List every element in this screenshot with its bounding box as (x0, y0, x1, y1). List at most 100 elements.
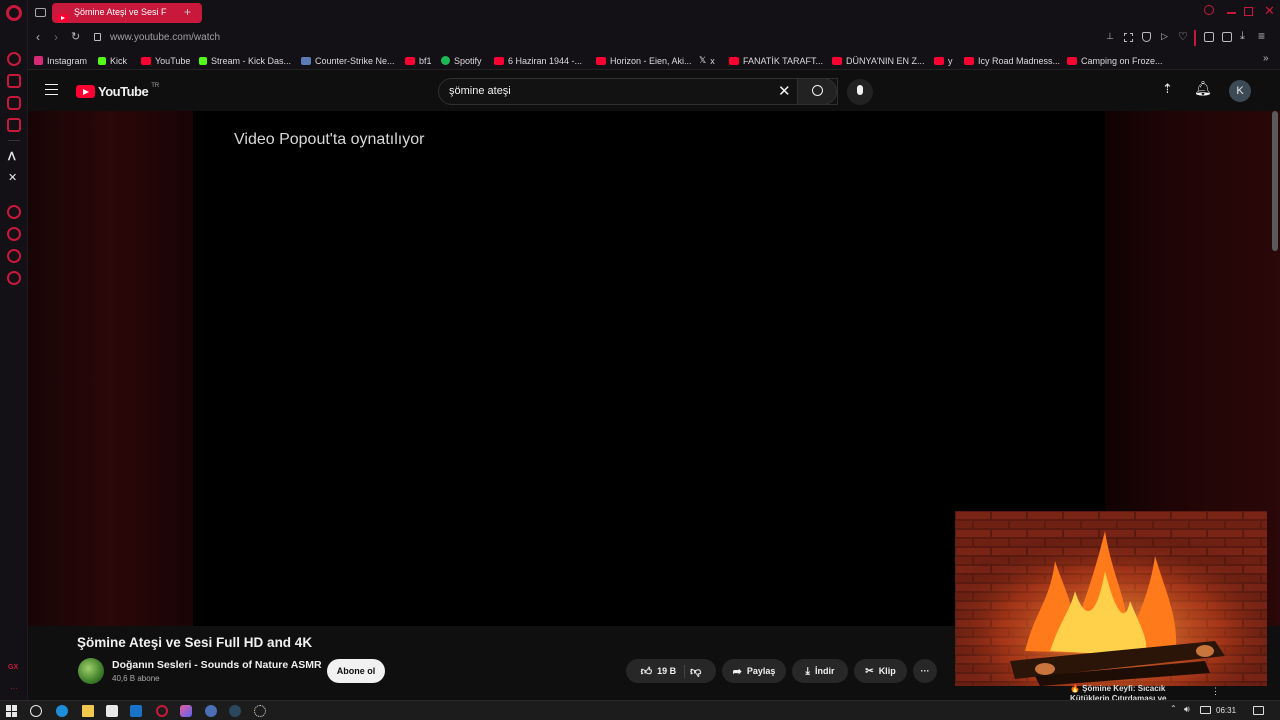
lock-icon[interactable] (94, 33, 101, 41)
dislike-button[interactable]: 👎︎ (690, 665, 701, 678)
pin-icon[interactable]: ⊥ (1106, 31, 1114, 42)
search-box[interactable]: şömine ateşi ✕ (438, 78, 838, 105)
opera-gx-taskbar-icon[interactable] (156, 705, 168, 717)
bookmark-spotify[interactable]: Spotify (441, 54, 482, 67)
voice-search-button[interactable] (847, 79, 873, 105)
thumbs-down-icon: 👎︎ (690, 665, 702, 678)
aria-icon[interactable] (7, 52, 21, 66)
upload-icon[interactable]: ⇡ (1162, 81, 1173, 97)
reload-icon[interactable]: ↻ (71, 30, 80, 43)
keyboard-icon[interactable] (1200, 706, 1211, 714)
outlook-icon[interactable] (130, 705, 142, 717)
next-video-preview[interactable]: 🔥 Şömine Keyfi: Sıcacık Kütüklerin Çıtır… (955, 684, 1267, 703)
search-button[interactable] (797, 78, 837, 105)
bookmark-instagram[interactable]: Instagram (34, 54, 87, 67)
youtube-icon (596, 56, 606, 65)
bookmark-x[interactable]: 𝕏x (699, 54, 715, 67)
maximize-icon[interactable] (1244, 7, 1253, 16)
notifications-bell-icon[interactable]: 🔔︎ (1194, 80, 1212, 97)
edge-icon[interactable] (56, 705, 68, 717)
discord-like-icon[interactable] (180, 705, 192, 717)
next-video-menu-icon[interactable]: ⋮ (1211, 686, 1220, 697)
channel-avatar[interactable] (78, 658, 104, 684)
url-field[interactable]: www.youtube.com/watch (110, 32, 220, 43)
forward-icon[interactable]: › (54, 30, 58, 44)
app-icon[interactable] (205, 705, 217, 717)
file-explorer-icon[interactable] (82, 705, 94, 717)
instagram-sidebar-icon[interactable] (7, 96, 21, 110)
player-sidebar-icon[interactable] (7, 205, 21, 219)
settings-taskbar-icon[interactable] (254, 705, 266, 717)
steam-icon[interactable] (229, 705, 241, 717)
bookmark-label: Camping on Froze... (1081, 55, 1163, 66)
shield-icon[interactable] (1142, 32, 1151, 42)
popout-player[interactable] (955, 511, 1267, 686)
bookmark-label: Stream - Kick Das... (211, 55, 292, 66)
notification-center-icon[interactable] (1253, 706, 1264, 715)
bookmark-y[interactable]: y (934, 54, 953, 67)
bookmark-counter-strike[interactable]: Counter-Strike Ne... (301, 54, 395, 67)
like-button[interactable]: 👍︎ 19 B (641, 664, 686, 678)
wallet-icon[interactable] (1222, 32, 1232, 42)
gx-icon[interactable]: GX (8, 664, 18, 671)
tiktok-sidebar-icon[interactable]: ᐱ (8, 150, 16, 163)
back-icon[interactable]: ‹ (36, 30, 40, 44)
heart-icon[interactable]: ♡ (1178, 30, 1188, 43)
download-icon[interactable]: ⤓ (1240, 30, 1245, 43)
hamburger-menu-icon[interactable] (45, 84, 58, 95)
messenger-sidebar-icon[interactable] (7, 118, 21, 132)
instagram-icon (34, 56, 43, 65)
cortana-search-icon[interactable] (30, 705, 42, 717)
share-icon: ➦ (732, 665, 742, 678)
search-input[interactable]: şömine ateşi (449, 85, 511, 97)
history-icon[interactable] (7, 227, 21, 241)
taskbar-clock[interactable]: 06:31 (1216, 706, 1236, 715)
volume-icon[interactable]: 🔊︎ (1184, 704, 1190, 715)
new-tab-icon[interactable]: + (184, 5, 191, 19)
bookmark-icy-road[interactable]: Icy Road Madness... (964, 54, 1060, 67)
bookmark-label: FANATİK TARAFT... (743, 55, 824, 66)
download-button[interactable]: ⤓ İndir (792, 659, 848, 683)
youtube-logo[interactable]: YouTube TR (76, 83, 159, 99)
bookmark-kick-stream[interactable]: Stream - Kick Das... (199, 54, 291, 67)
bookmark-kick[interactable]: Kick (98, 54, 127, 67)
clip-button[interactable]: ✂ Klip (854, 659, 907, 683)
more-actions-button[interactable]: ··· (913, 659, 937, 683)
x-sidebar-icon[interactable]: ✕ (8, 171, 17, 184)
bookmark-bf1[interactable]: bf1 (405, 54, 432, 67)
opera-logo-icon[interactable] (6, 5, 22, 21)
windows-start-icon[interactable] (6, 705, 18, 717)
bookmark-dunyanin[interactable]: DÜNYA'NIN EN Z... (832, 54, 925, 67)
bookmarks-overflow-icon[interactable]: » (1263, 53, 1269, 64)
channel-name[interactable]: Doğanın Sesleri - Sounds of Nature ASMR (112, 659, 322, 671)
search-icon (812, 85, 823, 96)
tab-menu-icon[interactable] (35, 8, 46, 17)
close-window-icon[interactable]: ✕ (1264, 3, 1275, 19)
tab-active[interactable]: Şömine Ateşi ve Sesi F (52, 3, 202, 23)
tray-chevron-icon[interactable]: ⌃ (1170, 704, 1177, 713)
bookmark-horizon[interactable]: Horizon - Eien, Aki... (596, 54, 692, 67)
crypto-wallet-icon[interactable] (7, 74, 21, 88)
share-button[interactable]: ➦ Paylaş (722, 659, 786, 683)
download-label: İndir (814, 666, 835, 676)
extensions-icon[interactable] (1204, 32, 1214, 42)
settings-icon[interactable] (7, 271, 21, 285)
bookmark-fanatik[interactable]: FANATİK TARAFT... (729, 54, 823, 67)
account-avatar[interactable]: K (1229, 80, 1251, 102)
snapshot-icon[interactable] (1124, 33, 1133, 42)
subscribe-button[interactable]: Abone ol (327, 659, 385, 683)
page-scrollbar[interactable] (1272, 111, 1278, 251)
minimize-icon[interactable] (1227, 12, 1236, 14)
extensions-sidebar-icon[interactable] (7, 249, 21, 263)
store-icon[interactable] (106, 705, 118, 717)
search-tabs-icon[interactable] (1204, 5, 1214, 15)
bookmark-camping[interactable]: Camping on Froze... (1067, 54, 1163, 67)
tab-bar: Şömine Ateşi ve Sesi F + ✕ (28, 0, 1280, 26)
youtube-favicon-icon (57, 14, 68, 22)
bookmark-youtube[interactable]: YouTube (141, 54, 190, 67)
play-icon[interactable]: ▷ (1161, 31, 1168, 42)
clear-search-icon[interactable]: ✕ (778, 82, 791, 100)
more-icon[interactable]: ··· (10, 684, 18, 693)
easy-setup-icon[interactable]: ≡ (1258, 29, 1265, 43)
bookmark-6-haziran[interactable]: 6 Haziran 1944 -... (494, 54, 582, 67)
